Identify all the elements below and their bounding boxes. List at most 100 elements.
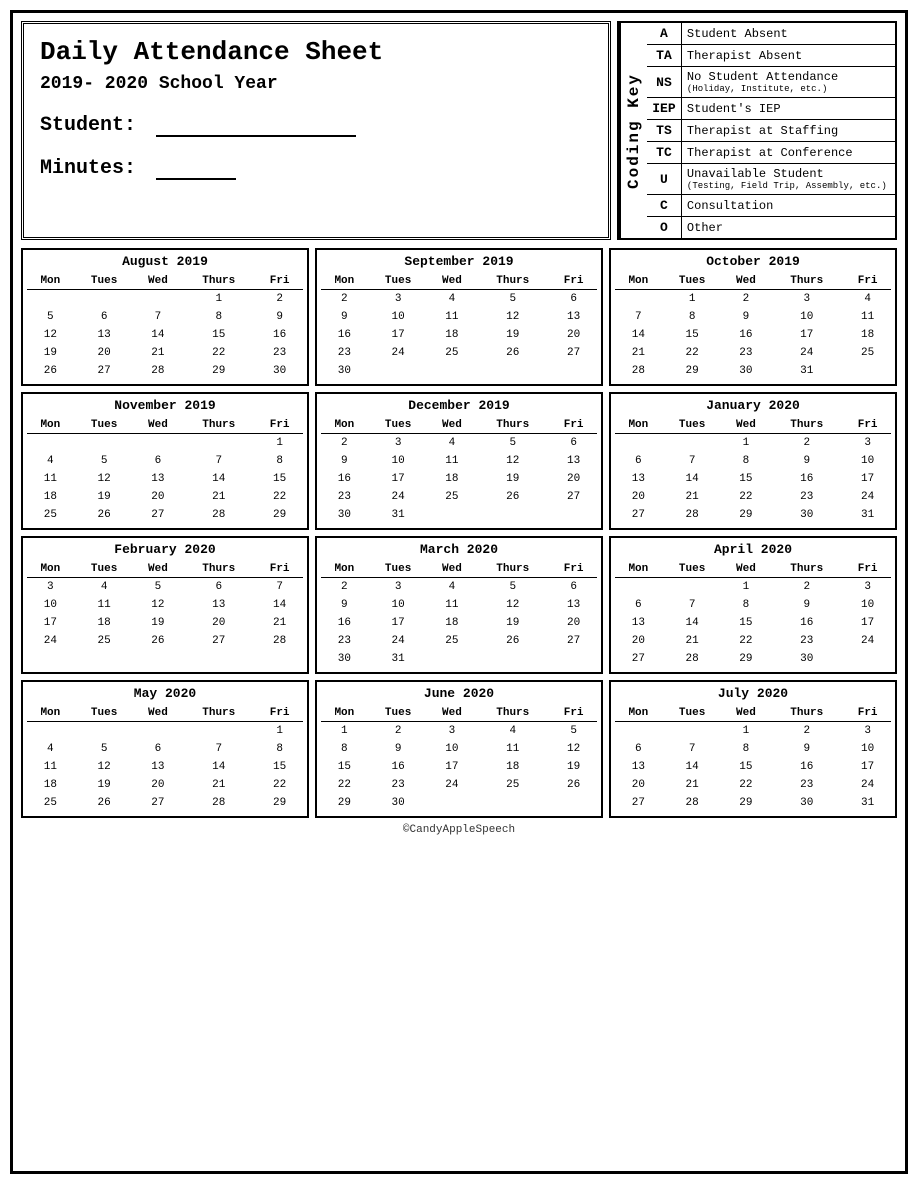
calendar-day-cell[interactable]: 17	[844, 758, 891, 776]
calendar-day-cell[interactable]	[550, 650, 597, 668]
calendar-day-cell[interactable]: 2	[769, 434, 844, 453]
calendar-day-cell[interactable]: 6	[135, 740, 182, 758]
calendar-day-cell[interactable]	[662, 578, 723, 597]
calendar-day-cell[interactable]: 25	[429, 344, 476, 362]
calendar-day-cell[interactable]: 20	[74, 344, 135, 362]
calendar-day-cell[interactable]: 22	[181, 344, 256, 362]
calendar-day-cell[interactable]: 3	[844, 722, 891, 741]
calendar-day-cell[interactable]: 23	[769, 488, 844, 506]
calendar-day-cell[interactable]: 14	[662, 758, 723, 776]
calendar-day-cell[interactable]: 24	[27, 632, 74, 650]
calendar-day-cell[interactable]: 17	[368, 614, 429, 632]
calendar-day-cell[interactable]: 13	[135, 470, 182, 488]
calendar-day-cell[interactable]: 13	[550, 596, 597, 614]
calendar-day-cell[interactable]: 29	[256, 794, 303, 812]
calendar-day-cell[interactable]: 3	[368, 290, 429, 309]
calendar-day-cell[interactable]: 22	[321, 776, 368, 794]
calendar-day-cell[interactable]: 24	[368, 344, 429, 362]
calendar-day-cell[interactable]	[135, 290, 182, 309]
calendar-day-cell[interactable]: 1	[321, 722, 368, 741]
calendar-day-cell[interactable]: 11	[74, 596, 135, 614]
calendar-day-cell[interactable]	[475, 794, 550, 812]
calendar-day-cell[interactable]: 22	[723, 776, 770, 794]
calendar-day-cell[interactable]: 24	[769, 344, 844, 362]
calendar-day-cell[interactable]: 27	[550, 488, 597, 506]
calendar-day-cell[interactable]: 10	[769, 308, 844, 326]
calendar-day-cell[interactable]: 13	[135, 758, 182, 776]
calendar-day-cell[interactable]: 3	[769, 290, 844, 309]
calendar-day-cell[interactable]: 16	[321, 470, 368, 488]
calendar-day-cell[interactable]	[615, 578, 662, 597]
calendar-day-cell[interactable]: 5	[27, 308, 74, 326]
calendar-day-cell[interactable]: 9	[769, 596, 844, 614]
calendar-day-cell[interactable]: 1	[723, 578, 770, 597]
calendar-day-cell[interactable]: 12	[475, 452, 550, 470]
calendar-day-cell[interactable]: 25	[844, 344, 891, 362]
calendar-day-cell[interactable]: 14	[256, 596, 303, 614]
calendar-day-cell[interactable]: 6	[74, 308, 135, 326]
calendar-day-cell[interactable]: 21	[181, 488, 256, 506]
calendar-day-cell[interactable]	[27, 290, 74, 309]
minutes-input-line[interactable]	[156, 178, 236, 180]
calendar-day-cell[interactable]: 19	[550, 758, 597, 776]
calendar-day-cell[interactable]: 7	[181, 452, 256, 470]
calendar-day-cell[interactable]: 27	[550, 632, 597, 650]
calendar-day-cell[interactable]: 12	[550, 740, 597, 758]
calendar-day-cell[interactable]: 5	[475, 290, 550, 309]
calendar-day-cell[interactable]: 11	[429, 308, 476, 326]
calendar-day-cell[interactable]: 30	[256, 362, 303, 380]
calendar-day-cell[interactable]: 10	[844, 740, 891, 758]
calendar-day-cell[interactable]	[550, 506, 597, 524]
calendar-day-cell[interactable]: 30	[321, 650, 368, 668]
calendar-day-cell[interactable]: 17	[27, 614, 74, 632]
calendar-day-cell[interactable]: 15	[181, 326, 256, 344]
calendar-day-cell[interactable]: 28	[181, 506, 256, 524]
calendar-day-cell[interactable]	[844, 362, 891, 380]
calendar-day-cell[interactable]: 4	[475, 722, 550, 741]
calendar-day-cell[interactable]: 7	[662, 596, 723, 614]
calendar-day-cell[interactable]: 30	[321, 362, 368, 380]
calendar-day-cell[interactable]: 8	[181, 308, 256, 326]
calendar-day-cell[interactable]: 26	[74, 506, 135, 524]
calendar-day-cell[interactable]: 2	[769, 722, 844, 741]
calendar-day-cell[interactable]: 23	[769, 776, 844, 794]
calendar-day-cell[interactable]	[429, 794, 476, 812]
calendar-day-cell[interactable]: 18	[27, 488, 74, 506]
calendar-day-cell[interactable]: 25	[475, 776, 550, 794]
calendar-day-cell[interactable]: 30	[769, 794, 844, 812]
calendar-day-cell[interactable]: 16	[769, 614, 844, 632]
calendar-day-cell[interactable]: 23	[321, 632, 368, 650]
calendar-day-cell[interactable]: 1	[662, 290, 723, 309]
calendar-day-cell[interactable]: 9	[368, 740, 429, 758]
calendar-day-cell[interactable]: 23	[256, 344, 303, 362]
calendar-day-cell[interactable]: 30	[368, 794, 429, 812]
calendar-day-cell[interactable]: 23	[723, 344, 770, 362]
calendar-day-cell[interactable]: 9	[769, 740, 844, 758]
calendar-day-cell[interactable]: 22	[723, 488, 770, 506]
calendar-day-cell[interactable]: 3	[27, 578, 74, 597]
calendar-day-cell[interactable]: 9	[321, 452, 368, 470]
calendar-day-cell[interactable]: 25	[429, 488, 476, 506]
calendar-day-cell[interactable]: 14	[135, 326, 182, 344]
calendar-day-cell[interactable]	[662, 722, 723, 741]
calendar-day-cell[interactable]	[135, 650, 182, 656]
calendar-day-cell[interactable]: 6	[550, 578, 597, 597]
calendar-day-cell[interactable]	[181, 650, 256, 656]
calendar-day-cell[interactable]: 12	[475, 308, 550, 326]
calendar-day-cell[interactable]: 7	[662, 452, 723, 470]
calendar-day-cell[interactable]: 16	[368, 758, 429, 776]
calendar-day-cell[interactable]: 14	[615, 326, 662, 344]
calendar-day-cell[interactable]: 21	[662, 632, 723, 650]
calendar-day-cell[interactable]: 24	[368, 632, 429, 650]
calendar-day-cell[interactable]: 11	[475, 740, 550, 758]
calendar-day-cell[interactable]	[135, 722, 182, 741]
calendar-day-cell[interactable]: 8	[321, 740, 368, 758]
calendar-day-cell[interactable]: 24	[844, 488, 891, 506]
calendar-day-cell[interactable]	[74, 290, 135, 309]
calendar-day-cell[interactable]: 14	[181, 470, 256, 488]
calendar-day-cell[interactable]: 13	[615, 614, 662, 632]
calendar-day-cell[interactable]: 23	[321, 344, 368, 362]
calendar-day-cell[interactable]: 18	[74, 614, 135, 632]
calendar-day-cell[interactable]: 10	[368, 308, 429, 326]
calendar-day-cell[interactable]: 28	[662, 506, 723, 524]
